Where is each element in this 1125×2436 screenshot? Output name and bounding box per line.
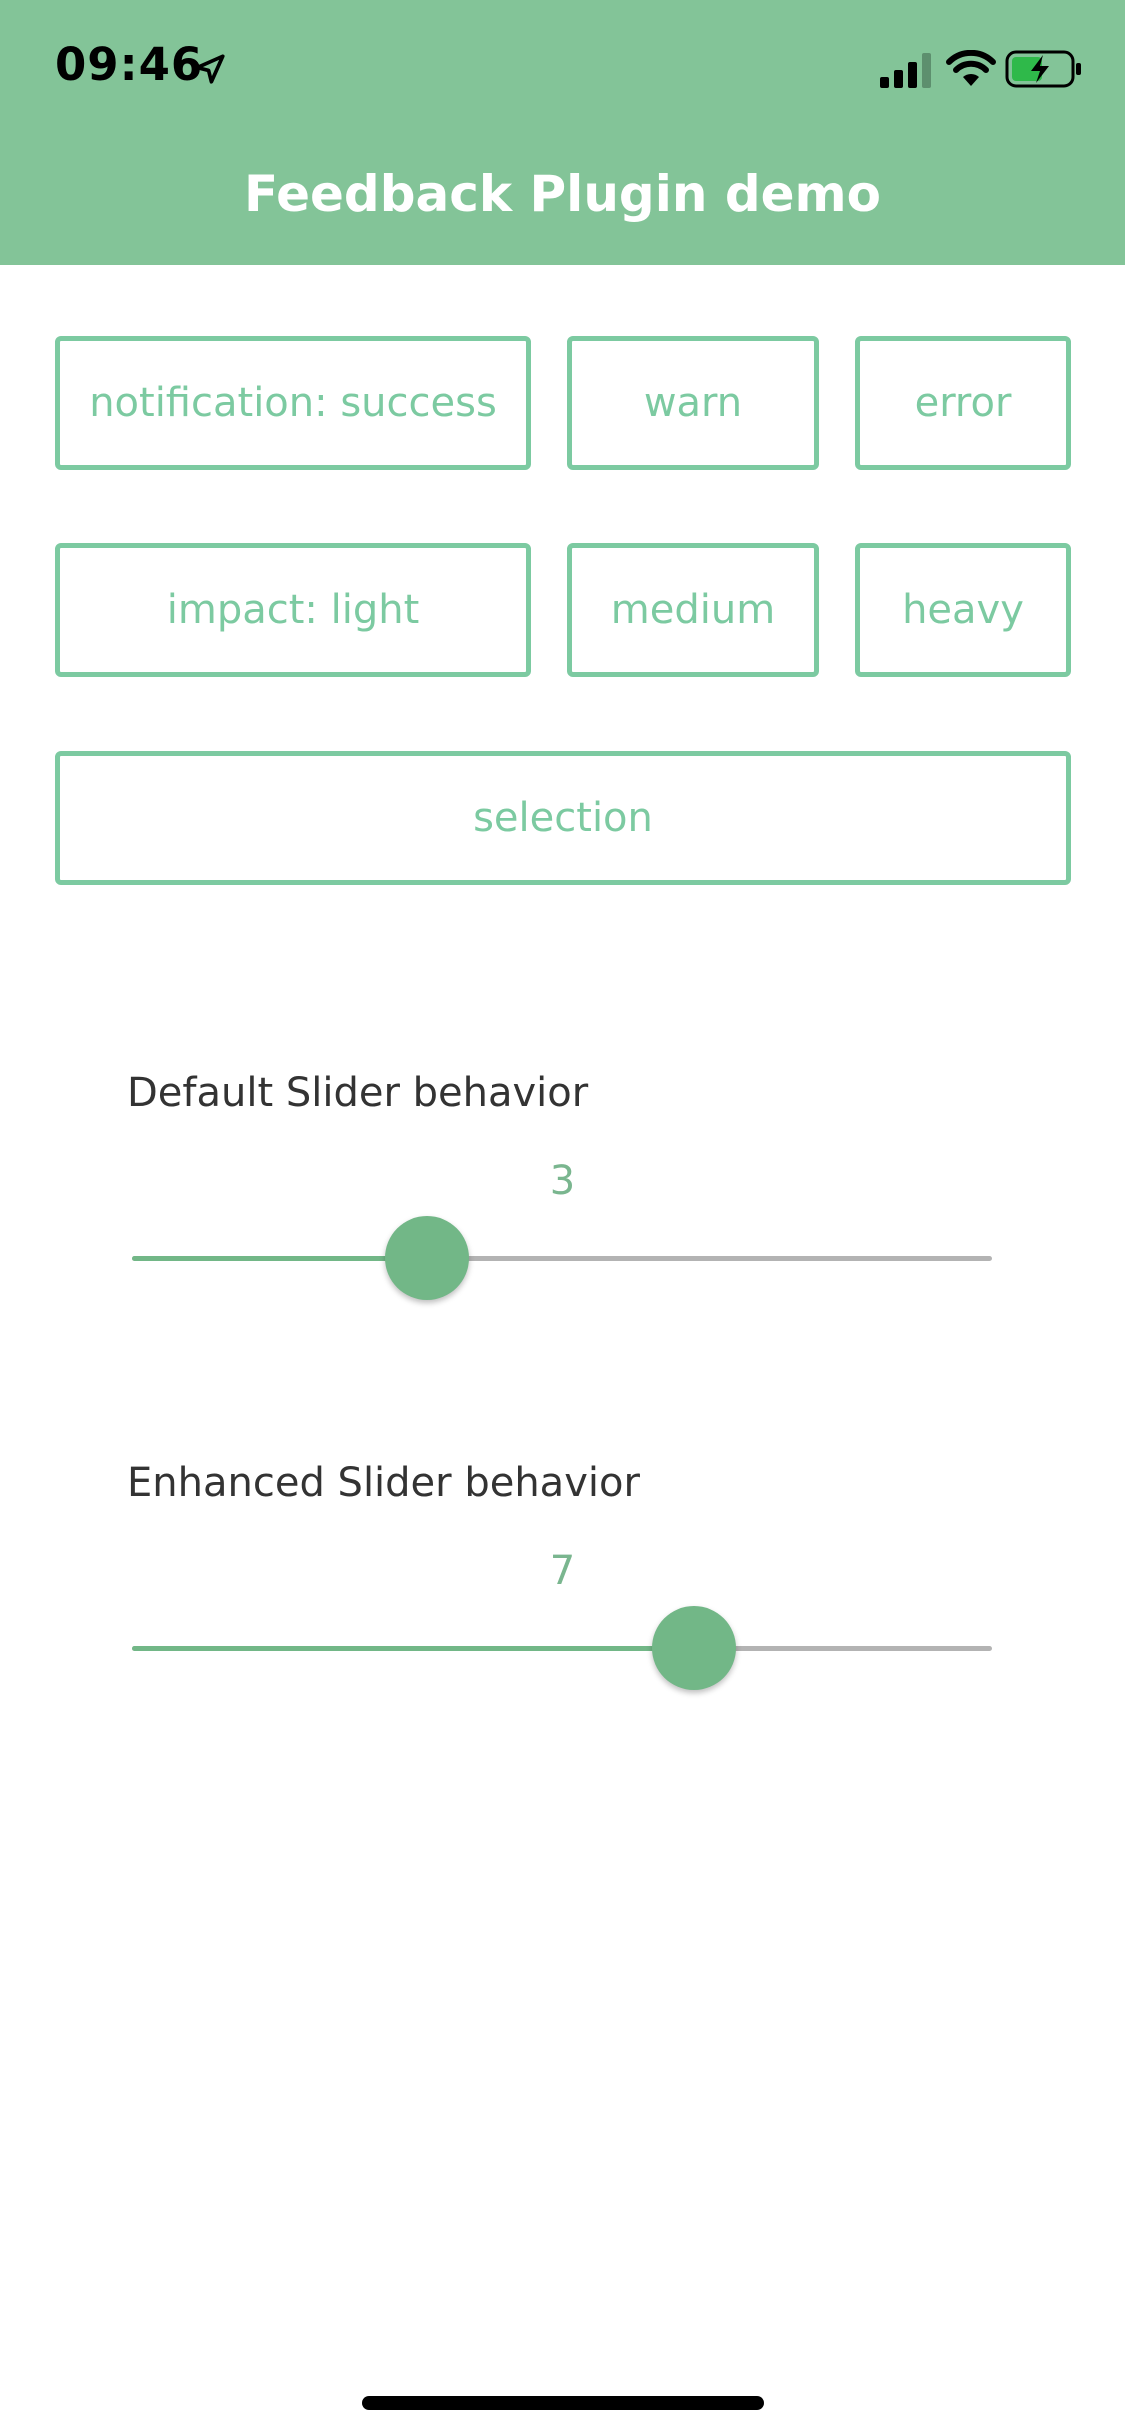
cellular-signal-icon (880, 53, 931, 88)
enhanced-slider-label: Enhanced Slider behavior (127, 1460, 640, 1506)
app-header: 09:46 Feedback Plugin demo (0, 0, 1125, 265)
error-button[interactable]: error (855, 336, 1071, 470)
medium-button[interactable]: medium (567, 543, 819, 677)
enhanced-slider-thumb[interactable] (651, 1606, 736, 1690)
notification-success-button[interactable]: notification: success (55, 336, 531, 470)
default-slider-label: Default Slider behavior (127, 1070, 589, 1116)
wifi-icon (946, 50, 996, 86)
default-slider-value: 3 (549, 1158, 576, 1204)
nav-title: Feedback Plugin demo (243, 165, 882, 223)
warn-button[interactable]: warn (567, 336, 819, 470)
default-slider[interactable] (132, 1216, 992, 1300)
heavy-button[interactable]: heavy (855, 543, 1071, 677)
status-time: 09:46 (55, 38, 204, 91)
home-indicator (362, 2396, 764, 2410)
enhanced-slider-fill (132, 1646, 694, 1651)
enhanced-slider-value: 7 (549, 1548, 576, 1594)
enhanced-slider[interactable] (132, 1606, 992, 1690)
selection-button[interactable]: selection (55, 751, 1071, 885)
location-arrow-icon (195, 54, 225, 84)
default-slider-thumb[interactable] (384, 1216, 469, 1300)
battery-charging-icon (1005, 50, 1081, 88)
default-slider-fill (132, 1256, 427, 1261)
impact-light-button[interactable]: impact: light (55, 543, 531, 677)
